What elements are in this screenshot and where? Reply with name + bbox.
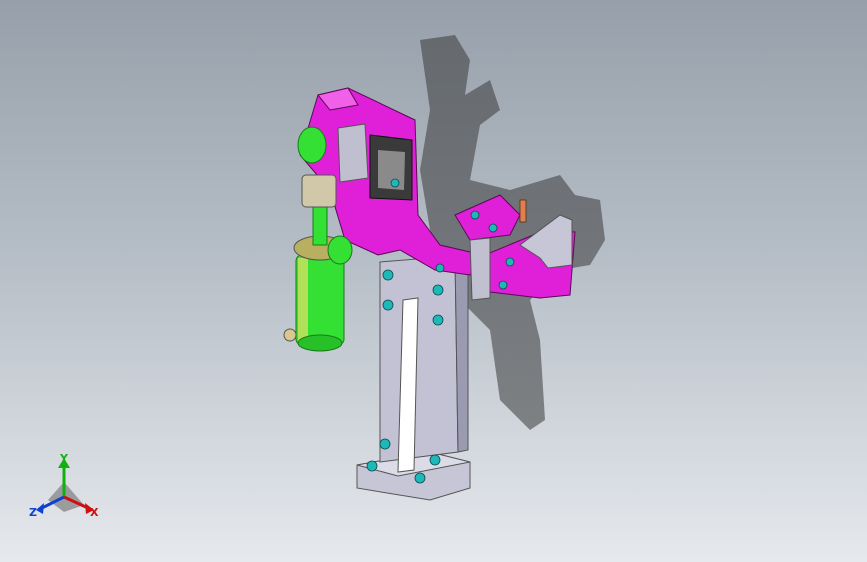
bolt[interactable] [505,257,515,267]
cylinder-rod[interactable] [312,204,328,246]
bolt[interactable] [432,314,444,326]
cad-model-scene[interactable]: Y X Z [0,0,867,562]
bolt[interactable] [379,438,391,450]
bolt[interactable] [470,210,480,220]
bolt[interactable] [382,299,394,311]
bolt[interactable] [414,472,426,484]
z-axis-arrow [36,503,44,514]
y-axis-label: Y [59,452,69,465]
z-axis-label: Z [29,506,37,519]
pivot-plate[interactable] [337,123,369,183]
coordinate-triad[interactable]: Y X Z [29,452,99,519]
bolt[interactable] [435,263,445,273]
bolt[interactable] [429,454,441,466]
bolt[interactable] [366,460,378,472]
locator-pin[interactable] [519,199,527,223]
bolt[interactable] [432,284,444,296]
bolt[interactable] [390,178,400,188]
cylinder-clevis[interactable] [301,174,337,208]
cylinder-highlight [298,258,308,342]
air-port-fitting[interactable] [283,328,297,342]
x-axis-label: X [90,506,99,519]
bolt[interactable] [382,269,394,281]
cylinder-bottom-cap[interactable] [297,334,343,352]
pivot-link-top[interactable] [297,126,327,164]
bolt[interactable] [498,280,508,290]
upright-plate[interactable] [379,255,459,463]
bolt[interactable] [488,223,498,233]
graphics-viewport[interactable]: Y X Z [0,0,867,562]
pivot-link-side[interactable] [327,235,353,265]
locator-upright[interactable] [469,237,491,301]
